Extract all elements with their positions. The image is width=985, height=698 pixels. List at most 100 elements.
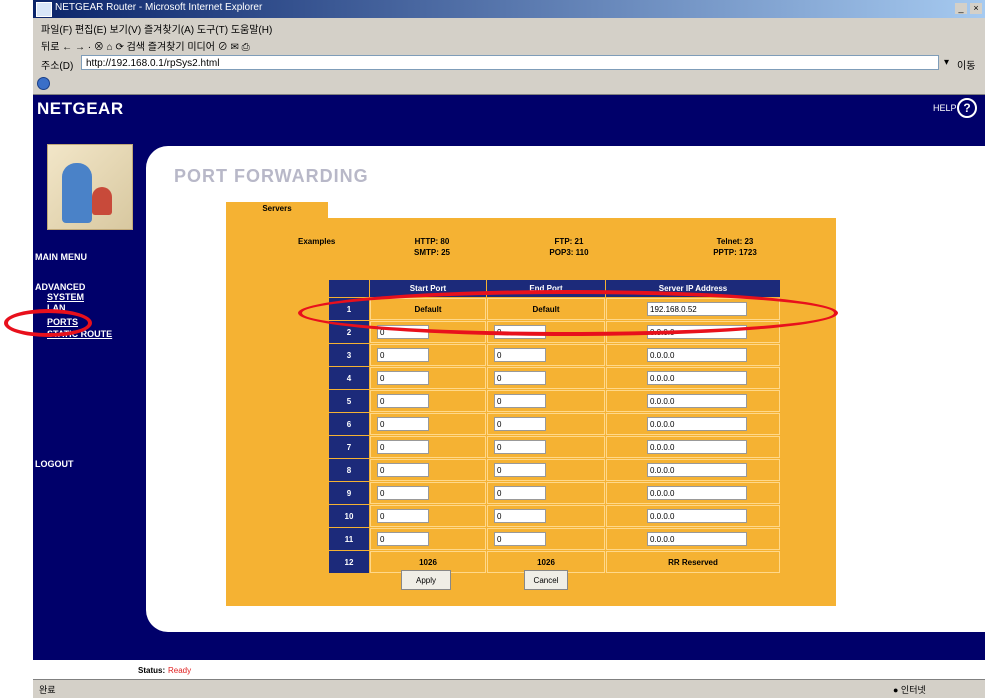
sidebar-illustration	[47, 144, 133, 230]
row-number: 3	[329, 344, 369, 366]
server-ip-input[interactable]: 0.0.0.0	[647, 463, 747, 477]
sidebar-main-menu[interactable]: MAIN MENU	[35, 252, 87, 262]
start-port-input[interactable]: 0	[377, 440, 429, 454]
ie-app-icon	[36, 2, 52, 17]
table-row: 6 0 0 0.0.0.0	[329, 413, 780, 435]
links-globe-icon	[37, 77, 50, 90]
window-titlebar[interactable]: NETGEAR Router - Microsoft Internet Expl…	[33, 0, 985, 18]
start-port-input[interactable]: 0	[377, 348, 429, 362]
server-ip-input[interactable]: 0.0.0.0	[647, 348, 747, 362]
sidebar-item-system[interactable]: SYSTEM	[47, 292, 84, 302]
illustration-parent-figure	[62, 163, 92, 223]
port-forwarding-panel: Examples HTTP: 80 SMTP: 25 FTP: 21 POP3:…	[226, 218, 836, 606]
end-port-input[interactable]: 0	[494, 371, 546, 385]
server-ip-input[interactable]: 0.0.0.0	[647, 440, 747, 454]
links-bar	[33, 74, 985, 95]
annotation-ellipse-row-1	[298, 290, 838, 336]
start-port-input[interactable]: 0	[377, 371, 429, 385]
toolbar-buttons[interactable]: 뒤로 ← → · ⊗ ⌂ ⟳ 검색 즐겨찾기 미디어 ⊘ ✉ ⎙	[41, 38, 250, 53]
start-port-input[interactable]: 0	[377, 509, 429, 523]
end-port-input[interactable]: 0	[494, 486, 546, 500]
router-header: NETGEAR HELP ?	[33, 95, 985, 140]
row-number: 4	[329, 367, 369, 389]
start-port-input[interactable]: 0	[377, 532, 429, 546]
server-ip-input[interactable]: 0.0.0.0	[647, 486, 747, 500]
table-row: 3 0 0 0.0.0.0	[329, 344, 780, 366]
end-port-input[interactable]: 0	[494, 417, 546, 431]
content-panel: PORT FORWARDING Servers Examples HTTP: 8…	[146, 146, 985, 632]
start-port-input[interactable]: 0	[377, 463, 429, 477]
row-number: 10	[329, 505, 369, 527]
table-row: 7 0 0 0.0.0.0	[329, 436, 780, 458]
end-port-input[interactable]: 0	[494, 509, 546, 523]
example-line: Telnet: 23	[716, 237, 754, 246]
end-port-input[interactable]: 0	[494, 394, 546, 408]
start-port-input[interactable]: 0	[377, 486, 429, 500]
menu-bar: 파일(F) 편집(E) 보기(V) 즐겨찾기(A) 도구(T) 도움말(H)	[33, 18, 985, 36]
status-label: Status:	[138, 666, 166, 675]
example-telnet-pptp: Telnet: 23 PPTP: 1723	[702, 236, 768, 258]
tab-servers[interactable]: Servers	[226, 202, 328, 218]
row-number: 11	[329, 528, 369, 550]
row-number: 7	[329, 436, 369, 458]
apply-button[interactable]: Apply	[401, 570, 451, 590]
illustration-child-figure	[92, 187, 112, 215]
table-row: 4 0 0 0.0.0.0	[329, 367, 780, 389]
window-title: NETGEAR Router - Microsoft Internet Expl…	[55, 2, 263, 13]
example-ftp-pop3: FTP: 21 POP3: 110	[539, 236, 599, 258]
end-port-input[interactable]: 0	[494, 532, 546, 546]
end-port-input[interactable]: 0	[494, 440, 546, 454]
example-line: HTTP: 80	[414, 237, 450, 246]
browser-status-bar: 완료 ● 인터넷	[33, 679, 985, 698]
server-ip-input[interactable]: 0.0.0.0	[647, 371, 747, 385]
menu-items[interactable]: 파일(F) 편집(E) 보기(V) 즐겨찾기(A) 도구(T) 도움말(H)	[41, 21, 272, 36]
address-dropdown-icon[interactable]: ▾	[944, 57, 949, 68]
address-label: 주소(D)	[41, 61, 74, 72]
table-row: 9 0 0 0.0.0.0	[329, 482, 780, 504]
row-number: 6	[329, 413, 369, 435]
server-ip-static: RR Reserved	[606, 551, 780, 573]
go-button[interactable]: 이동	[957, 57, 975, 72]
netgear-logo: NETGEAR	[37, 99, 124, 118]
close-button[interactable]: ×	[970, 3, 982, 14]
sidebar-logout[interactable]: LOGOUT	[35, 459, 74, 469]
start-port-input[interactable]: 0	[377, 394, 429, 408]
row-number: 9	[329, 482, 369, 504]
table-row: 10 0 0 0.0.0.0	[329, 505, 780, 527]
left-sidebar: MAIN MENU ADVANCED SYSTEM LAN PORTS STAT…	[33, 140, 140, 660]
router-status-bar	[140, 660, 985, 678]
column-header-number	[329, 280, 369, 297]
server-ip-input[interactable]: 0.0.0.0	[647, 417, 747, 431]
example-http-smtp: HTTP: 80 SMTP: 25	[402, 236, 462, 258]
example-line: FTP: 21	[554, 237, 584, 246]
example-line: PPTP: 1723	[713, 248, 757, 257]
start-port-input[interactable]: 0	[377, 417, 429, 431]
server-ip-input[interactable]: 0.0.0.0	[647, 394, 747, 408]
row-number: 12	[329, 551, 369, 573]
server-ip-input[interactable]: 0.0.0.0	[647, 509, 747, 523]
browser-toolbar: 뒤로 ← → · ⊗ ⌂ ⟳ 검색 즐겨찾기 미디어 ⊘ ✉ ⎙	[33, 35, 985, 54]
minimize-button[interactable]: _	[955, 3, 967, 14]
address-bar: 주소(D) http://192.168.0.1/rpSys2.html ▾ 이…	[33, 53, 985, 74]
example-line: SMTP: 25	[413, 248, 450, 257]
table-row: 11 0 0 0.0.0.0	[329, 528, 780, 550]
row-number: 5	[329, 390, 369, 412]
examples-label: Examples	[298, 237, 336, 246]
address-input[interactable]: http://192.168.0.1/rpSys2.html	[81, 55, 939, 70]
sidebar-advanced-heading: ADVANCED	[35, 282, 86, 292]
browser-status-text: 완료	[39, 685, 56, 695]
table-row: 8 0 0 0.0.0.0	[329, 459, 780, 481]
table-row: 5 0 0 0.0.0.0	[329, 390, 780, 412]
annotation-ellipse-ports	[4, 309, 92, 337]
browser-zone-indicator: ● 인터넷	[893, 685, 926, 695]
end-port-input[interactable]: 0	[494, 348, 546, 362]
help-icon[interactable]: ?	[957, 98, 977, 118]
server-ip-input[interactable]: 0.0.0.0	[647, 532, 747, 546]
row-number: 8	[329, 459, 369, 481]
cancel-button[interactable]: Cancel	[524, 570, 568, 590]
example-line: POP3: 110	[549, 248, 589, 257]
end-port-input[interactable]: 0	[494, 463, 546, 477]
status-value: Ready	[168, 666, 192, 675]
page-title: PORT FORWARDING	[174, 166, 369, 186]
help-link[interactable]: HELP	[933, 103, 957, 113]
